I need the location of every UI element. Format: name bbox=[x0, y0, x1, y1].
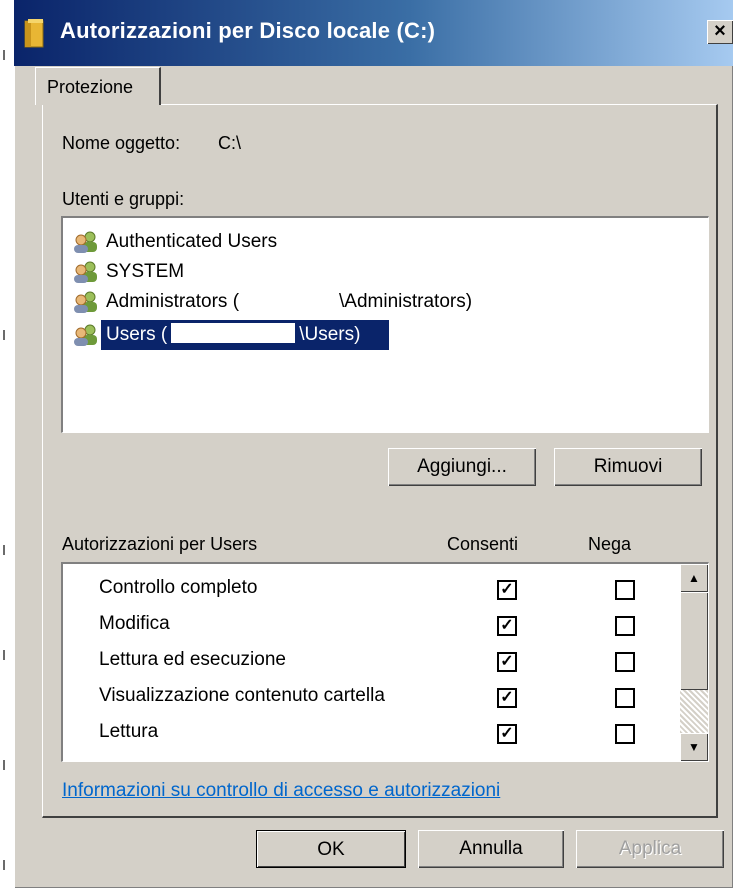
permission-name: Lettura bbox=[99, 721, 159, 742]
edge-mark bbox=[3, 330, 5, 340]
allow-checkbox[interactable]: ✓ bbox=[497, 580, 517, 600]
list-item-selected[interactable]: Users ( \Users) bbox=[71, 320, 701, 350]
permission-row: Modifica ✓ bbox=[63, 607, 663, 643]
window-title: Autorizzazioni per Disco locale (C:) bbox=[60, 18, 436, 43]
permission-row: Controllo completo ✓ bbox=[63, 571, 663, 607]
object-name-value: C:\ bbox=[218, 133, 242, 153]
allow-checkbox[interactable]: ✓ bbox=[497, 724, 517, 744]
title-bar[interactable]: Autorizzazioni per Disco locale (C:) × bbox=[14, 0, 733, 66]
allow-checkbox[interactable]: ✓ bbox=[497, 688, 517, 708]
vertical-scrollbar[interactable]: ▲ ▼ bbox=[680, 564, 708, 761]
add-button-label: Aggiungi... bbox=[417, 456, 507, 477]
close-button[interactable]: × bbox=[707, 20, 733, 44]
scroll-up-button[interactable]: ▲ bbox=[680, 564, 708, 592]
redacted-domain bbox=[239, 306, 339, 307]
permission-row: Visualizzazione contenuto cartella ✓ bbox=[63, 679, 663, 715]
permissions-dialog: Autorizzazioni per Disco locale (C:) × P… bbox=[14, 0, 733, 888]
users-groups-list[interactable]: Authenticated Users SYSTEM Administrator… bbox=[61, 216, 709, 433]
tab-protezione[interactable]: Protezione bbox=[35, 67, 161, 105]
permission-name: Lettura ed esecuzione bbox=[99, 649, 286, 670]
permission-row: Lettura ed esecuzione ✓ bbox=[63, 643, 663, 679]
list-item[interactable]: Administrators ( \Administrators) bbox=[71, 287, 701, 317]
deny-checkbox[interactable] bbox=[615, 616, 635, 636]
users-group-icon bbox=[74, 324, 97, 346]
scroll-track[interactable] bbox=[680, 690, 708, 733]
users-group-icon bbox=[74, 231, 97, 253]
allow-checkbox[interactable]: ✓ bbox=[497, 652, 517, 672]
edge-mark bbox=[3, 650, 5, 660]
apply-button-label: Applica bbox=[618, 838, 682, 859]
close-icon: × bbox=[714, 20, 726, 42]
deny-checkbox[interactable] bbox=[615, 724, 635, 744]
scroll-down-button[interactable]: ▼ bbox=[680, 733, 708, 761]
user-name: SYSTEM bbox=[106, 261, 185, 282]
arrow-down-icon: ▼ bbox=[688, 740, 700, 754]
list-item[interactable]: SYSTEM bbox=[71, 257, 701, 287]
background-edge bbox=[0, 0, 14, 888]
ok-button-label: OK bbox=[317, 839, 345, 860]
edge-mark bbox=[3, 50, 5, 60]
deny-column-header: Nega bbox=[588, 534, 632, 554]
add-button[interactable]: Aggiungi... bbox=[388, 448, 536, 486]
user-name-suffix: \Administrators) bbox=[339, 291, 473, 312]
deny-checkbox[interactable] bbox=[615, 652, 635, 672]
scroll-thumb[interactable] bbox=[680, 592, 708, 690]
edge-mark bbox=[3, 760, 5, 770]
users-groups-label: Utenti e gruppi: bbox=[62, 189, 185, 209]
cancel-button-label: Annulla bbox=[459, 838, 523, 859]
permission-name: Visualizzazione contenuto cartella bbox=[99, 685, 385, 706]
permission-name: Modifica bbox=[99, 613, 170, 634]
remove-button-label: Rimuovi bbox=[593, 456, 663, 477]
list-item[interactable]: Authenticated Users bbox=[71, 227, 701, 257]
users-group-icon bbox=[74, 261, 97, 283]
edge-mark bbox=[3, 545, 5, 555]
permissions-list[interactable]: Controllo completo ✓ Modifica ✓ Lettura … bbox=[61, 562, 709, 762]
allow-checkbox[interactable]: ✓ bbox=[497, 616, 517, 636]
users-group-icon bbox=[74, 291, 97, 313]
allow-column-header: Consenti bbox=[447, 534, 519, 554]
ok-button[interactable]: OK bbox=[256, 830, 406, 868]
user-name-suffix: \Users) bbox=[299, 324, 361, 345]
permission-name: Controllo completo bbox=[99, 577, 258, 598]
user-name: Users ( \Users) bbox=[106, 320, 365, 350]
user-name-prefix: Administrators ( bbox=[106, 291, 240, 312]
user-name: Authenticated Users bbox=[106, 231, 278, 252]
object-name-label: Nome oggetto: bbox=[62, 133, 181, 153]
cancel-button[interactable]: Annulla bbox=[418, 830, 564, 868]
user-name: Administrators ( \Administrators) bbox=[106, 287, 472, 317]
arrow-up-icon: ▲ bbox=[688, 571, 700, 585]
edge-mark bbox=[3, 860, 5, 870]
permission-row: Lettura ✓ bbox=[63, 715, 663, 751]
help-link[interactable]: Informazioni su controllo di accesso e a… bbox=[62, 780, 500, 802]
deny-checkbox[interactable] bbox=[615, 688, 635, 708]
apply-button[interactable]: Applica bbox=[576, 830, 724, 868]
deny-checkbox[interactable] bbox=[615, 580, 635, 600]
permissions-header: Autorizzazioni per Users bbox=[62, 534, 258, 554]
folder-icon bbox=[24, 19, 44, 48]
user-name-prefix: Users ( bbox=[106, 324, 168, 345]
remove-button[interactable]: Rimuovi bbox=[554, 448, 702, 486]
redacted-domain bbox=[171, 323, 296, 343]
